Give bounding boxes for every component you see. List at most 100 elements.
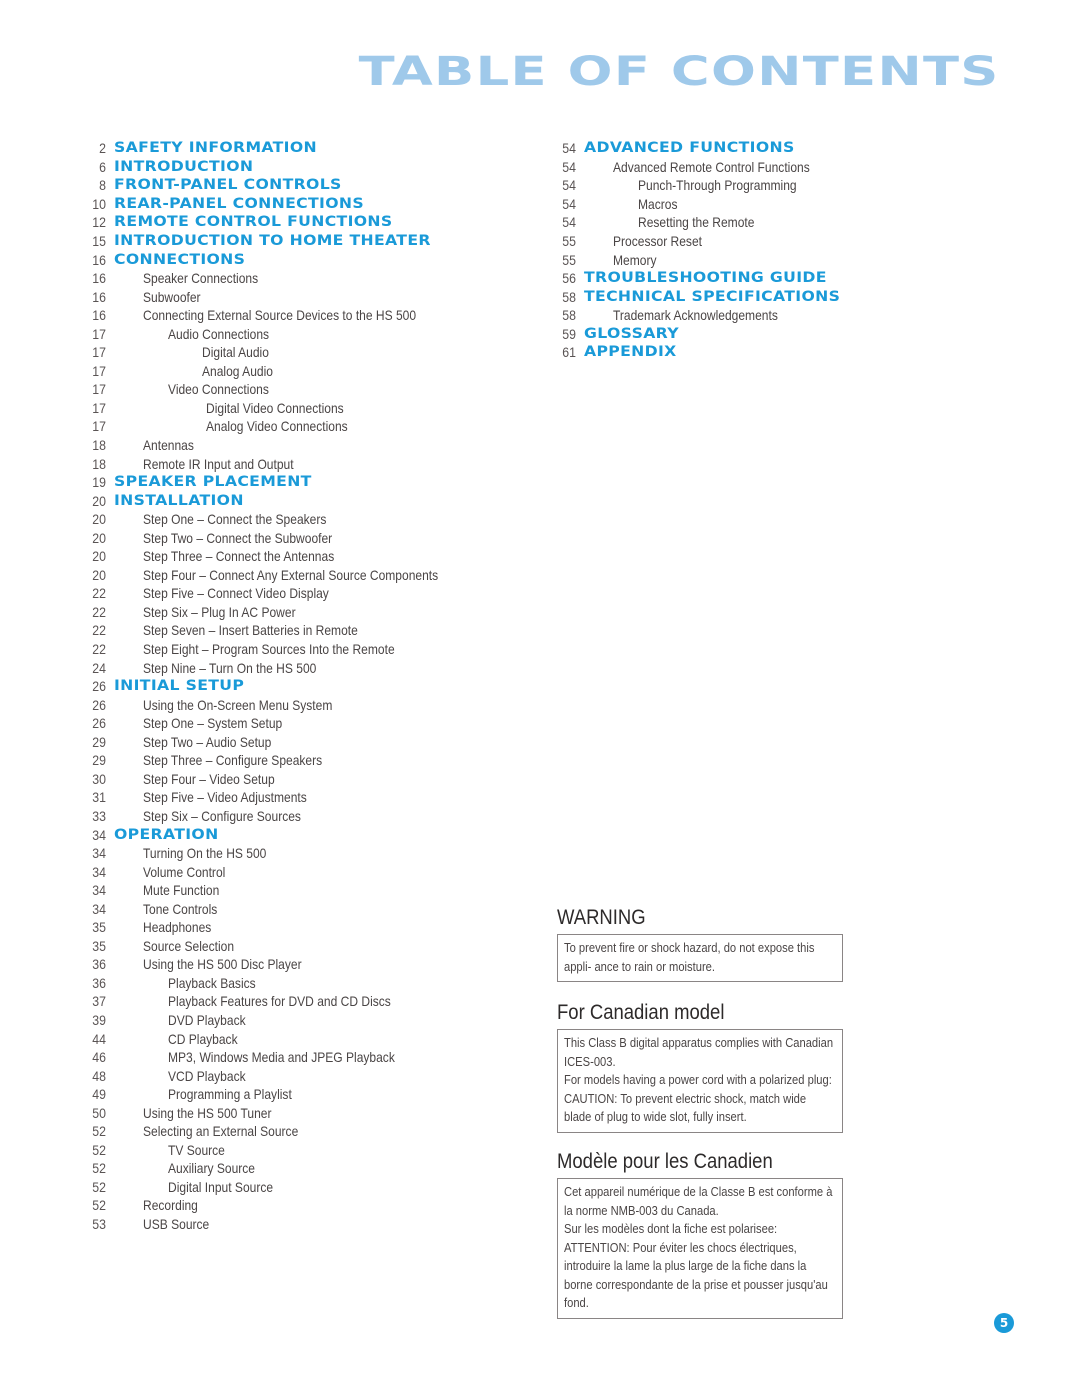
toc-section-heading[interactable]: 16 CONNECTIONS xyxy=(80,250,530,269)
toc-entry[interactable]: 20 Step One – Connect the Speakers xyxy=(80,510,530,529)
toc-entry[interactable]: 22 Step Seven – Insert Batteries in Remot… xyxy=(80,621,530,640)
toc-section-heading[interactable]: 2 SAFETY INFORMATION xyxy=(80,139,530,158)
toc-entry[interactable]: 17 Digital Audio xyxy=(80,343,530,362)
toc-entry[interactable]: 35 Headphones xyxy=(80,918,530,937)
toc-entry[interactable]: 18 Antennas xyxy=(80,436,530,455)
toc-section-heading[interactable]: 61 APPENDIX xyxy=(550,343,970,362)
toc-page-number: 22 xyxy=(92,641,106,658)
toc-entry[interactable]: 34 Turning On the HS 500 xyxy=(80,844,530,863)
toc-label: Advanced Remote Control Functions xyxy=(613,158,810,175)
toc-entry[interactable]: 34 Tone Controls xyxy=(80,899,530,918)
toc-entry[interactable]: 17 Analog Video Connections xyxy=(80,417,530,436)
toc-section-heading[interactable]: 6 INTRODUCTION xyxy=(80,158,530,177)
toc-label: Step One – Connect the Speakers xyxy=(143,511,327,528)
toc-entry[interactable]: 34 Mute Function xyxy=(80,881,530,900)
toc-entry[interactable]: 31 Step Five – Video Adjustments xyxy=(80,788,530,807)
toc-entry[interactable]: 29 Step Three – Configure Speakers xyxy=(80,751,530,770)
toc-entry[interactable]: 54 Advanced Remote Control Functions xyxy=(550,158,970,177)
toc-section-heading[interactable]: 58 TECHNICAL SPECIFICATIONS xyxy=(550,287,970,306)
toc-entry[interactable]: 37 Playback Features for DVD and CD Discs xyxy=(80,992,530,1011)
toc-page-number: 55 xyxy=(562,251,576,268)
toc-entry[interactable]: 29 Step Two – Audio Setup xyxy=(80,733,530,752)
toc-entry[interactable]: 35 Source Selection xyxy=(80,937,530,956)
toc-entry[interactable]: 16 Connecting External Source Devices to … xyxy=(80,306,530,325)
toc-label: Headphones xyxy=(143,919,212,936)
toc-entry[interactable]: 26 Using the On-Screen Menu System xyxy=(80,695,530,714)
toc-entry[interactable]: 55 Memory xyxy=(550,250,970,269)
toc-entry[interactable]: 16 Speaker Connections xyxy=(80,269,530,288)
toc-entry[interactable]: 58 Trademark Acknowledgements xyxy=(550,306,970,325)
page-title: TABLE OF CONTENTS xyxy=(358,49,1000,95)
toc-page-number: 20 xyxy=(92,529,106,546)
toc-entry[interactable]: 22 Step Six – Plug In AC Power xyxy=(80,603,530,622)
toc-page-number: 34 xyxy=(92,826,106,843)
toc-entry[interactable]: 34 Volume Control xyxy=(80,862,530,881)
toc-entry[interactable]: 26 Step One – System Setup xyxy=(80,714,530,733)
toc-section-heading[interactable]: 19 SPEAKER PLACEMENT xyxy=(80,473,530,492)
toc-section-heading[interactable]: 26 INITIAL SETUP xyxy=(80,677,530,696)
toc-page-number: 15 xyxy=(92,233,106,249)
toc-section-heading[interactable]: 10 REAR-PANEL CONNECTIONS xyxy=(80,195,530,214)
toc-entry[interactable]: 36 Playback Basics xyxy=(80,974,530,993)
toc-entry[interactable]: 49 Programming a Playlist xyxy=(80,1085,530,1104)
toc-page-number: 31 xyxy=(92,789,106,806)
toc-label: Using the On-Screen Menu System xyxy=(143,696,333,713)
toc-entry[interactable]: 52 Digital Input Source xyxy=(80,1178,530,1197)
toc-entry[interactable]: 52 Selecting an External Source xyxy=(80,1122,530,1141)
toc-page-number: 34 xyxy=(92,863,106,880)
toc-entry[interactable]: 54 Punch-Through Programming xyxy=(550,176,970,195)
toc-label: DVD Playback xyxy=(168,1011,246,1028)
toc-section-heading[interactable]: 12 REMOTE CONTROL FUNCTIONS xyxy=(80,213,530,232)
toc-entry[interactable]: 46 MP3, Windows Media and JPEG Playback xyxy=(80,1048,530,1067)
toc-section-heading[interactable]: 56 TROUBLESHOOTING GUIDE xyxy=(550,269,970,288)
toc-label: Step Eight – Program Sources Into the Re… xyxy=(143,641,395,658)
toc-entry[interactable]: 17 Analog Audio xyxy=(80,362,530,381)
toc-entry[interactable]: 52 TV Source xyxy=(80,1141,530,1160)
toc-entry[interactable]: 22 Step Five – Connect Video Display xyxy=(80,584,530,603)
toc-right-column: 54 ADVANCED FUNCTIONS 54 Advanced Remote Co… xyxy=(550,139,970,362)
toc-entry[interactable]: 20 Step Three – Connect the Antennas xyxy=(80,547,530,566)
toc-entry[interactable]: 30 Step Four – Video Setup xyxy=(80,770,530,789)
toc-section-heading[interactable]: 34 OPERATION xyxy=(80,825,530,844)
toc-entry[interactable]: 16 Subwoofer xyxy=(80,287,530,306)
toc-entry[interactable]: 36 Using the HS 500 Disc Player xyxy=(80,955,530,974)
toc-entry[interactable]: 54 Macros xyxy=(550,195,970,214)
toc-label: Digital Video Connections xyxy=(206,399,344,416)
toc-entry[interactable]: 18 Remote IR Input and Output xyxy=(80,454,530,473)
toc-label: SPEAKER PLACEMENT xyxy=(114,474,312,491)
toc-page-number: 55 xyxy=(562,233,576,249)
toc-section-heading[interactable]: 20 INSTALLATION xyxy=(80,491,530,510)
toc-page-number: 6 xyxy=(99,158,106,175)
toc-entry[interactable]: 53 USB Source xyxy=(80,1215,530,1234)
toc-entry[interactable]: 17 Video Connections xyxy=(80,380,530,399)
toc-label: Selecting an External Source xyxy=(143,1123,299,1140)
toc-page-number: 26 xyxy=(92,678,106,695)
toc-entry[interactable]: 20 Step Four – Connect Any External Sourc… xyxy=(80,566,530,585)
toc-entry[interactable]: 50 Using the HS 500 Tuner xyxy=(80,1103,530,1122)
toc-section-heading[interactable]: 15 INTRODUCTION TO HOME THEATER xyxy=(80,232,530,251)
toc-entry[interactable]: 52 Auxiliary Source xyxy=(80,1159,530,1178)
toc-entry[interactable]: 39 DVD Playback xyxy=(80,1011,530,1030)
warning-heading: WARNING xyxy=(557,906,646,929)
toc-entry[interactable]: 20 Step Two – Connect the Subwoofer xyxy=(80,528,530,547)
toc-entry[interactable]: 55 Processor Reset xyxy=(550,232,970,251)
toc-section-heading[interactable]: 8 FRONT-PANEL CONTROLS xyxy=(80,176,530,195)
toc-entry[interactable]: 17 Digital Video Connections xyxy=(80,399,530,418)
toc-entry[interactable]: 17 Audio Connections xyxy=(80,324,530,343)
toc-page-number: 17 xyxy=(92,344,106,361)
toc-entry[interactable]: 44 CD Playback xyxy=(80,1029,530,1048)
toc-entry[interactable]: 24 Step Nine – Turn On the HS 500 xyxy=(80,658,530,677)
toc-page-number: 33 xyxy=(92,807,106,824)
toc-entry[interactable]: 33 Step Six – Configure Sources xyxy=(80,807,530,826)
toc-entry[interactable]: 52 Recording xyxy=(80,1196,530,1215)
toc-entry[interactable]: 22 Step Eight – Program Sources Into the … xyxy=(80,640,530,659)
toc-label: SAFETY INFORMATION xyxy=(114,140,317,157)
toc-page-number: 8 xyxy=(99,177,106,194)
toc-label: Connecting External Source Devices to th… xyxy=(143,307,417,324)
toc-page-number: 17 xyxy=(92,325,106,342)
toc-entry[interactable]: 54 Resetting the Remote xyxy=(550,213,970,232)
toc-section-heading[interactable]: 59 GLOSSARY xyxy=(550,324,970,343)
toc-entry[interactable]: 48 VCD Playback xyxy=(80,1066,530,1085)
toc-section-heading[interactable]: 54 ADVANCED FUNCTIONS xyxy=(550,139,970,158)
toc-label: Volume Control xyxy=(143,863,226,880)
